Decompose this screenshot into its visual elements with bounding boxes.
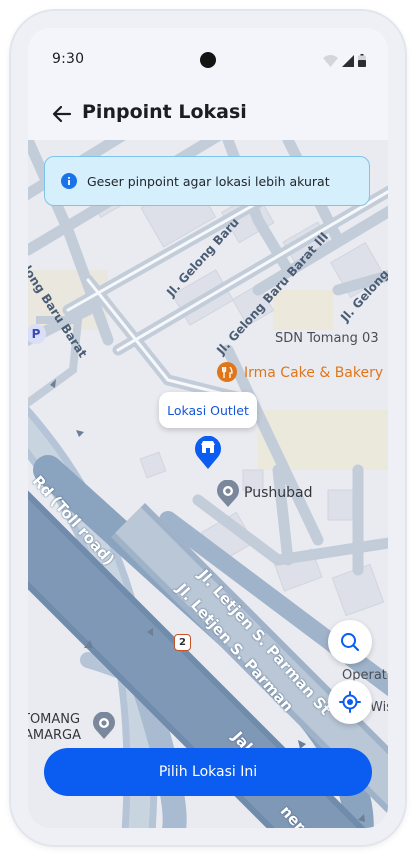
- info-banner: Geser pinpoint agar lokasi lebih akurat: [44, 156, 370, 206]
- camera-cutout: [200, 52, 216, 68]
- map-label-wis: Wis: [370, 700, 388, 715]
- info-banner-text: Geser pinpoint agar lokasi lebih akurat: [87, 173, 330, 189]
- search-icon: [341, 633, 360, 652]
- signal-icon: [342, 54, 354, 67]
- select-location-button[interactable]: Pilih Lokasi Ini: [44, 748, 372, 796]
- status-time: 9:30: [52, 51, 85, 67]
- map-label-irma: Irma Cake & Bakery: [244, 365, 384, 381]
- place-marker-icon: [93, 712, 115, 739]
- map-label-amarga: AMARGA: [28, 728, 82, 743]
- map-label-tomang: TOMANG: [28, 712, 81, 727]
- app-bar: Pinpoint Lokasi: [28, 92, 388, 140]
- route-shield: 2: [174, 634, 191, 651]
- arrow-left-icon: [52, 105, 72, 123]
- fork-knife-icon: [217, 362, 237, 382]
- location-tooltip-label: Lokasi Outlet: [167, 402, 249, 418]
- select-location-label: Pilih Lokasi Ini: [158, 764, 258, 780]
- wifi-icon: [323, 54, 338, 67]
- my-location-icon: [339, 691, 361, 713]
- status-bar: 9:30: [28, 28, 388, 92]
- route-shield-number: 2: [179, 637, 186, 648]
- screen: 9:30 Pinpoint Lokasi Gelong Baru Barat J…: [28, 28, 388, 828]
- store-pin-icon[interactable]: [194, 436, 222, 470]
- back-button[interactable]: [48, 100, 76, 128]
- place-marker-icon: [217, 480, 239, 507]
- map-view[interactable]: Gelong Baru Barat Jl. Gelong Baru Jl. Ge…: [28, 140, 388, 828]
- map-label-pushubad: Pushubad: [244, 485, 313, 501]
- parking-label: P: [31, 327, 41, 341]
- map-label-sdn: SDN Tomang 03: [275, 331, 379, 346]
- my-location-button[interactable]: [328, 680, 372, 724]
- info-icon: [61, 173, 77, 189]
- status-icons: [323, 54, 366, 67]
- location-tooltip: Lokasi Outlet: [159, 392, 257, 428]
- page-title: Pinpoint Lokasi: [82, 101, 247, 123]
- search-button[interactable]: [328, 620, 372, 664]
- battery-icon: [358, 54, 366, 67]
